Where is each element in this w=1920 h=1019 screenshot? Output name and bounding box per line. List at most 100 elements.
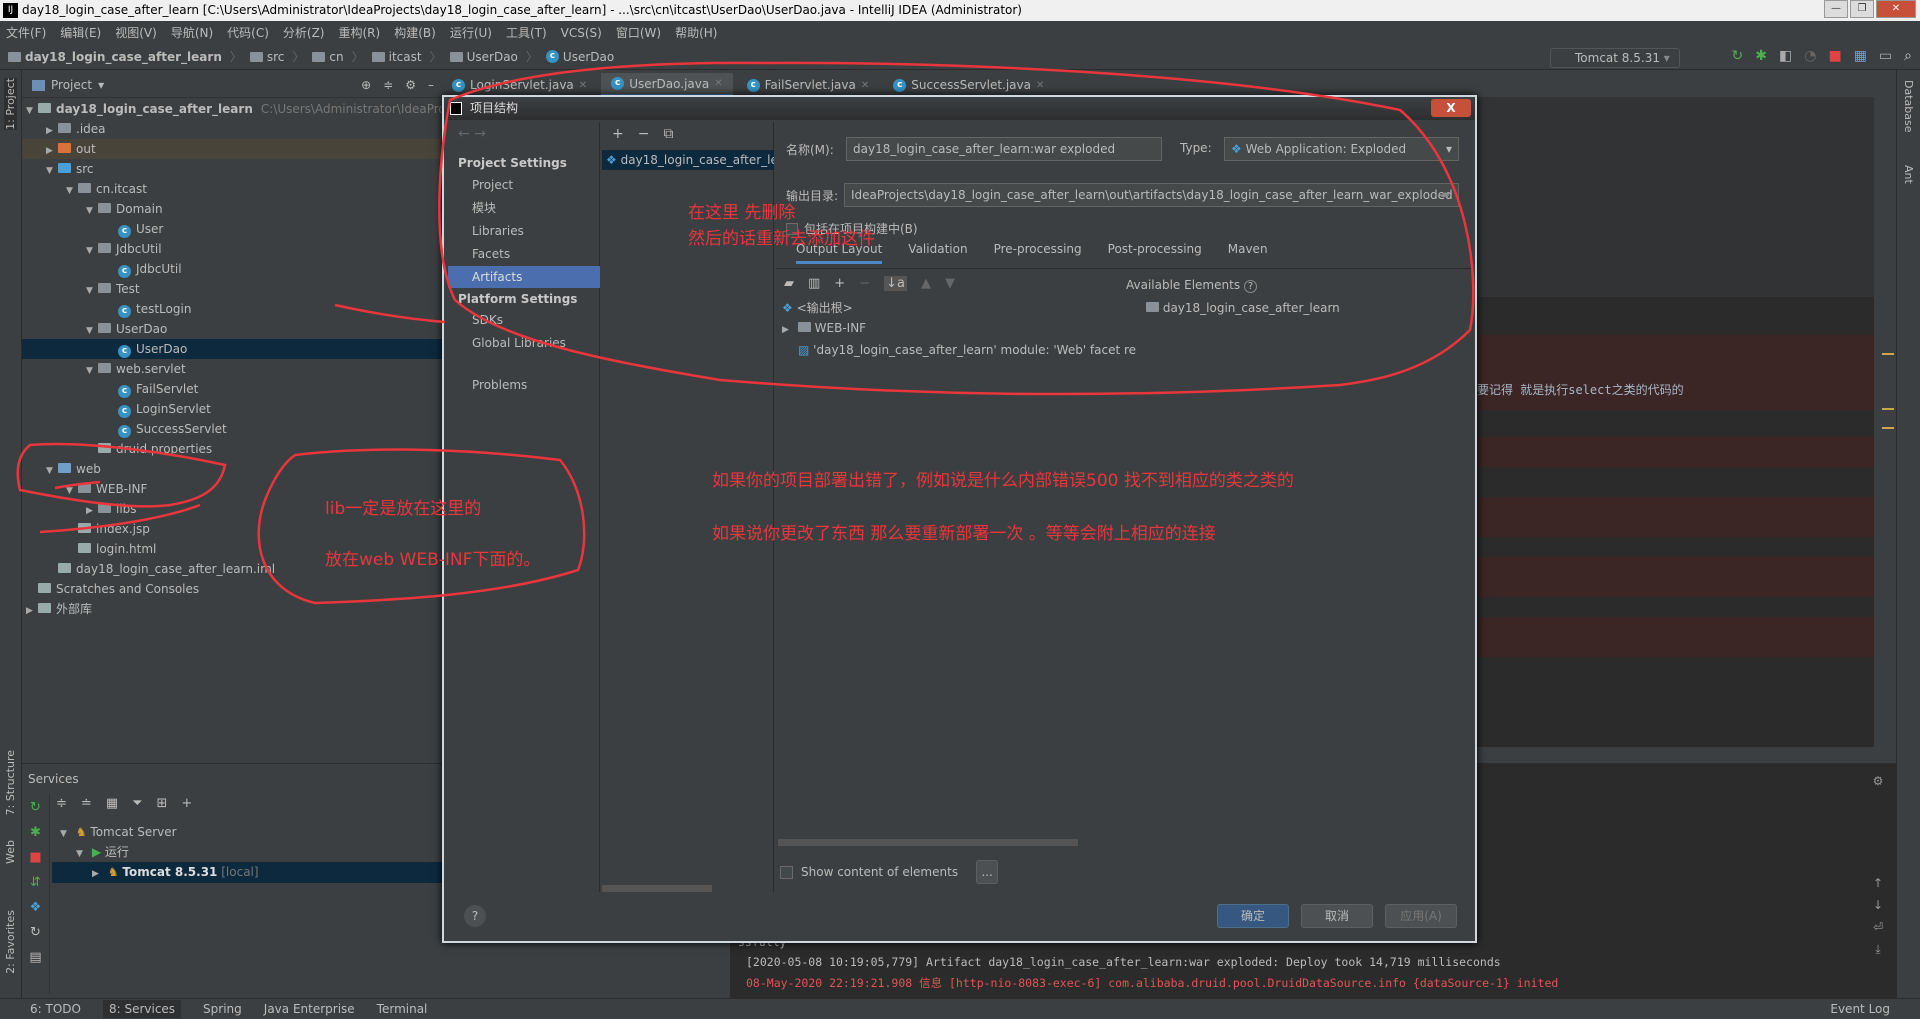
expanded-arrow-icon[interactable]: ▼ <box>86 321 98 341</box>
tree-item-tomcat-instance[interactable]: ▶ ♞ Tomcat 8.5.31 [local] <box>52 862 442 883</box>
ok-button[interactable]: 确定 <box>1217 904 1289 928</box>
menu-item[interactable]: 导航(N) <box>171 24 213 41</box>
menu-item[interactable]: 重构(R) <box>339 24 381 41</box>
breadcrumb-item[interactable]: day18_login_case_after_learn <box>8 50 222 64</box>
tab-validation[interactable]: Validation <box>908 242 967 264</box>
tab-post-processing[interactable]: Post-processing <box>1108 242 1202 264</box>
tree-item[interactable]: c LoginServlet <box>22 399 442 419</box>
scroll-end-icon[interactable]: ⤓ <box>1875 942 1880 957</box>
menu-item[interactable]: VCS(S) <box>561 26 602 40</box>
nav-global-libraries[interactable]: Global Libraries <box>448 332 600 354</box>
menu-item[interactable]: 分析(Z) <box>283 24 325 41</box>
expanded-arrow-icon[interactable]: ▼ <box>86 361 98 381</box>
tree-item[interactable]: ▶ .idea <box>22 119 442 139</box>
tree-item[interactable]: c testLogin <box>22 299 442 319</box>
archive-icon[interactable]: ▥ <box>808 276 820 291</box>
tree-item[interactable]: ▼ web <box>22 459 442 479</box>
structure-tool-button[interactable]: 7: Structure <box>4 750 17 815</box>
database-tool-button[interactable]: Database <box>1902 80 1915 133</box>
tree-item[interactable]: ▼ JdbcUtil <box>22 239 442 259</box>
remove-icon[interactable]: − <box>859 276 870 291</box>
project-structure-icon[interactable]: ▦ <box>1854 48 1867 64</box>
editor-tab[interactable]: c LoginServlet.java ✕ <box>442 73 597 97</box>
breadcrumb-item[interactable]: itcast <box>371 50 422 64</box>
cancel-button[interactable]: 取消 <box>1301 904 1373 928</box>
layout-item-web-facet[interactable]: ▨ 'day18_login_case_after_learn' module:… <box>782 340 1136 360</box>
sort-icon[interactable]: ↓a <box>884 276 907 291</box>
deploy-icon[interactable]: ⇵ <box>30 875 41 890</box>
type-select[interactable]: ❖ Web Application: Exploded ▾ <box>1224 137 1459 161</box>
expanded-arrow-icon[interactable]: ▼ <box>86 201 98 221</box>
minimize-button[interactable]: — <box>1824 0 1848 18</box>
forward-icon[interactable]: → <box>474 126 486 142</box>
todo-tool-button[interactable]: 6: TODO <box>30 1002 81 1016</box>
artifact-icon[interactable]: ❖ <box>30 900 42 915</box>
ant-tool-button[interactable]: Ant <box>1902 165 1915 184</box>
new-folder-icon[interactable]: ▰ <box>784 276 794 291</box>
menu-item[interactable]: 编辑(E) <box>60 24 101 41</box>
tree-item[interactable]: index.jsp <box>22 519 442 539</box>
tab-pre-processing[interactable]: Pre-processing <box>994 242 1082 264</box>
web-tool-button[interactable]: Web <box>4 840 17 864</box>
available-item[interactable]: day18_login_case_after_learn <box>1146 298 1340 318</box>
menu-item[interactable]: 视图(V) <box>115 24 157 41</box>
up-icon[interactable]: ↑ <box>1873 876 1883 890</box>
down-icon[interactable]: ↓ <box>1873 898 1883 912</box>
soft-wrap-icon[interactable]: ⏎ <box>1873 920 1883 934</box>
horizontal-scrollbar[interactable] <box>778 839 1078 846</box>
terminal-tool-button[interactable]: Terminal <box>377 1002 428 1016</box>
search-icon[interactable]: ⌕ <box>1904 48 1912 64</box>
name-input[interactable]: day18_login_case_after_learn:war explode… <box>846 137 1162 161</box>
refresh-icon[interactable]: ↻ <box>30 925 41 940</box>
nav-sdks[interactable]: SDKs <box>448 309 600 331</box>
collapsed-arrow-icon[interactable]: ▶ <box>26 601 38 621</box>
tree-item[interactable]: ▼ cn.itcast <box>22 179 442 199</box>
expanded-arrow-icon[interactable]: ▼ <box>46 161 58 181</box>
gear-icon[interactable]: ⚙ <box>405 78 416 92</box>
close-tab-icon[interactable]: ✕ <box>579 80 587 91</box>
favorites-tool-button[interactable]: 2: Favorites <box>4 910 17 974</box>
breadcrumb-item[interactable]: c UserDao <box>545 50 614 64</box>
menu-item[interactable]: 构建(B) <box>394 24 436 41</box>
menu-item[interactable]: 代码(C) <box>227 24 269 41</box>
menu-item[interactable]: 文件(F) <box>6 24 46 41</box>
new-tab-icon[interactable]: ⊞ <box>157 796 168 811</box>
editor-tab[interactable]: c SuccessServlet.java ✕ <box>883 73 1054 97</box>
maximize-button[interactable]: ❐ <box>1850 0 1874 18</box>
nav-libraries[interactable]: Libraries <box>448 220 600 242</box>
error-stripe[interactable] <box>1874 97 1896 747</box>
menu-item[interactable]: 运行(U) <box>450 24 492 41</box>
nav-project[interactable]: Project <box>448 174 600 196</box>
tree-item[interactable]: druid.properties <box>22 439 442 459</box>
collapsed-arrow-icon[interactable]: ▶ <box>86 501 98 521</box>
nav-problems[interactable]: Problems <box>448 374 600 396</box>
tree-item[interactable]: ▼ web.servlet <box>22 359 442 379</box>
expanded-arrow-icon[interactable]: ▼ <box>46 461 58 481</box>
show-content-checkbox[interactable] <box>780 865 793 879</box>
tab-maven[interactable]: Maven <box>1228 242 1268 264</box>
editor-tab[interactable]: c UserDao.java ✕ <box>601 73 733 97</box>
coverage-icon[interactable]: ◧ <box>1779 48 1792 64</box>
breadcrumb-item[interactable]: UserDao <box>449 50 518 64</box>
nav-artifacts[interactable]: Artifacts <box>448 266 600 288</box>
nav-modules[interactable]: 模块 <box>448 197 600 219</box>
tree-item[interactable]: Scratches and Consoles <box>22 579 442 599</box>
nav-facets[interactable]: Facets <box>448 243 600 265</box>
group-icon[interactable]: ▦ <box>106 796 118 811</box>
close-tab-icon[interactable]: ✕ <box>1036 80 1044 91</box>
chevron-down-icon[interactable]: ▾ <box>98 78 104 92</box>
move-up-icon[interactable]: ▲ <box>921 276 931 291</box>
close-tab-icon[interactable]: ✕ <box>714 78 722 89</box>
collapse-all-icon[interactable]: ≑ <box>383 78 393 92</box>
expanded-arrow-icon[interactable]: ▼ <box>66 181 78 201</box>
tree-item-tomcat-server[interactable]: ▼ ♞ Tomcat Server <box>52 822 442 842</box>
rerun-icon[interactable]: ↻ <box>1732 48 1744 64</box>
locate-icon[interactable]: ⊕ <box>361 78 371 92</box>
stop-icon[interactable]: ■ <box>29 850 41 865</box>
add-icon[interactable]: + <box>834 276 845 291</box>
back-icon[interactable]: ← <box>458 126 470 142</box>
tree-item[interactable]: c SuccessServlet <box>22 419 442 439</box>
output-dir-input[interactable]: IdeaProjects\day18_login_case_after_lear… <box>844 183 1459 207</box>
more-button[interactable]: ... <box>976 860 999 884</box>
layout-item-web-inf[interactable]: ▶ WEB-INF <box>782 318 1136 340</box>
